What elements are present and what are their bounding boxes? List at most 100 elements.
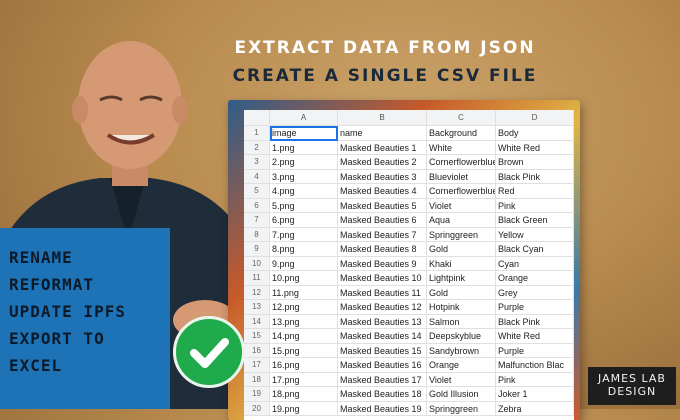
cell-body[interactable]: Purple <box>496 343 574 358</box>
cell-name[interactable]: Masked Beauties 16 <box>338 358 427 373</box>
cell-image[interactable]: 10.png <box>270 271 338 286</box>
row-number[interactable]: 17 <box>244 358 270 373</box>
cell-name[interactable]: Masked Beauties 11 <box>338 285 427 300</box>
cell-image[interactable]: 9.png <box>270 256 338 271</box>
row-number[interactable]: 9 <box>244 242 270 257</box>
cell-name[interactable]: Masked Beauties 13 <box>338 314 427 329</box>
cell-body[interactable]: Joker 1 <box>496 387 574 402</box>
cell-name[interactable]: Masked Beauties 5 <box>338 198 427 213</box>
cell-name[interactable]: Masked Beauties 12 <box>338 300 427 315</box>
cell-name[interactable]: Masked Beauties 4 <box>338 184 427 199</box>
cell-body[interactable]: Grey <box>496 285 574 300</box>
row-number[interactable]: 4 <box>244 169 270 184</box>
column-header-b[interactable]: B <box>338 110 427 126</box>
cell-background[interactable]: Gold <box>427 242 496 257</box>
cell-image[interactable]: 14.png <box>270 329 338 344</box>
cell-image[interactable]: image <box>270 126 338 141</box>
cell-background[interactable]: Violet <box>427 198 496 213</box>
row-number[interactable]: 14 <box>244 314 270 329</box>
column-header-a[interactable]: A <box>270 110 338 126</box>
cell-body[interactable]: Black Pink <box>496 169 574 184</box>
cell-image[interactable]: 16.png <box>270 358 338 373</box>
cell-background[interactable]: Gold <box>427 285 496 300</box>
cell-background[interactable]: Cornerflowerblue <box>427 184 496 199</box>
cell-name[interactable]: Masked Beauties 7 <box>338 227 427 242</box>
cell-name[interactable]: Masked Beauties 14 <box>338 329 427 344</box>
row-number[interactable]: 13 <box>244 300 270 315</box>
row-number[interactable]: 11 <box>244 271 270 286</box>
cell-body[interactable]: Pink <box>496 372 574 387</box>
row-number[interactable]: 2 <box>244 140 270 155</box>
cell-background[interactable]: Gold Illusion <box>427 387 496 402</box>
cell-image[interactable]: 18.png <box>270 387 338 402</box>
cell-background[interactable]: Deepskyblue <box>427 329 496 344</box>
cell-name[interactable]: Masked Beauties 10 <box>338 271 427 286</box>
row-number[interactable]: 10 <box>244 256 270 271</box>
cell-image[interactable]: 6.png <box>270 213 338 228</box>
cell-body[interactable]: Cyan <box>496 256 574 271</box>
cell-name[interactable]: Masked Beauties 18 <box>338 387 427 402</box>
cell-background[interactable]: Salmon <box>427 314 496 329</box>
cell-body[interactable]: Malfunction Blac <box>496 358 574 373</box>
cell-background[interactable]: Springgreen <box>427 227 496 242</box>
row-number[interactable]: 8 <box>244 227 270 242</box>
column-header-d[interactable]: D <box>496 110 574 126</box>
cell-background[interactable]: Aqua <box>427 213 496 228</box>
cell-background[interactable]: Cornerflowerblue <box>427 155 496 170</box>
spreadsheet[interactable]: A B C D 1 image name Background Body 2 1.png Ma… <box>244 110 574 420</box>
row-number[interactable]: 12 <box>244 285 270 300</box>
cell-body[interactable]: Orange <box>496 271 574 286</box>
column-header-c[interactable]: C <box>427 110 496 126</box>
cell-image[interactable]: 4.png <box>270 184 338 199</box>
cell-body[interactable]: Body <box>496 126 574 141</box>
row-number[interactable]: 15 <box>244 329 270 344</box>
row-number[interactable]: 6 <box>244 198 270 213</box>
corner-cell[interactable] <box>244 110 270 126</box>
cell-image[interactable]: 11.png <box>270 285 338 300</box>
cell-name[interactable]: Masked Beauties 8 <box>338 242 427 257</box>
cell-name[interactable]: Masked Beauties 15 <box>338 343 427 358</box>
cell-body[interactable]: Yellow <box>496 227 574 242</box>
cell-background[interactable]: Sandybrown <box>427 343 496 358</box>
cell-image[interactable]: 8.png <box>270 242 338 257</box>
cell-body[interactable]: Black Cyan <box>496 242 574 257</box>
cell-name[interactable]: Masked Beauties 3 <box>338 169 427 184</box>
cell-background[interactable]: Khaki <box>427 256 496 271</box>
cell-body[interactable]: Purple <box>496 300 574 315</box>
row-number[interactable]: 16 <box>244 343 270 358</box>
cell-name[interactable]: Masked Beauties 17 <box>338 372 427 387</box>
cell-name[interactable]: Masked Beauties 6 <box>338 213 427 228</box>
cell-image[interactable]: 3.png <box>270 169 338 184</box>
cell-background[interactable]: Lightpink <box>427 271 496 286</box>
row-number[interactable]: 18 <box>244 372 270 387</box>
cell-body[interactable]: Brown <box>496 155 574 170</box>
cell-image[interactable]: 2.png <box>270 155 338 170</box>
cell-name[interactable]: Masked Beauties 9 <box>338 256 427 271</box>
cell-body[interactable]: White Red <box>496 329 574 344</box>
cell-image[interactable]: 15.png <box>270 343 338 358</box>
cell-image[interactable]: 1.png <box>270 140 338 155</box>
cell-background[interactable]: Blueviolet <box>427 169 496 184</box>
row-number[interactable]: 19 <box>244 387 270 402</box>
cell-name[interactable]: Masked Beauties 1 <box>338 140 427 155</box>
cell-name[interactable]: Masked Beauties 2 <box>338 155 427 170</box>
row-number[interactable]: 7 <box>244 213 270 228</box>
cell-image[interactable]: 12.png <box>270 300 338 315</box>
cell-name[interactable]: name <box>338 126 427 141</box>
cell-image[interactable]: 13.png <box>270 314 338 329</box>
cell-background[interactable]: Background <box>427 126 496 141</box>
cell-background[interactable]: White <box>427 140 496 155</box>
cell-image[interactable]: 5.png <box>270 198 338 213</box>
cell-image[interactable]: 17.png <box>270 372 338 387</box>
cell-body[interactable]: Pink <box>496 198 574 213</box>
cell-background[interactable]: Orange <box>427 358 496 373</box>
cell-background[interactable]: Violet <box>427 372 496 387</box>
row-number[interactable]: 1 <box>244 126 270 141</box>
row-number[interactable]: 3 <box>244 155 270 170</box>
cell-body[interactable]: Red <box>496 184 574 199</box>
cell-image[interactable]: 7.png <box>270 227 338 242</box>
cell-body[interactable]: White Red <box>496 140 574 155</box>
row-number[interactable]: 5 <box>244 184 270 199</box>
cell-background[interactable]: Hotpink <box>427 300 496 315</box>
cell-body[interactable]: Black Pink <box>496 314 574 329</box>
